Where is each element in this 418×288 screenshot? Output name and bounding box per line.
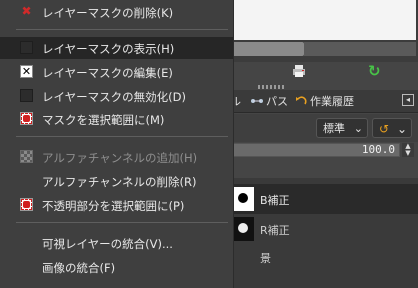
tab-history-label: 作業履歴	[310, 95, 354, 108]
scrollbar-thumb[interactable]	[232, 42, 304, 56]
checkbox-empty-icon	[20, 41, 33, 54]
menu-item-edit-mask[interactable]: ✕ レイヤーマスクの編集(E)	[0, 61, 233, 83]
alpha-to-selection-icon	[20, 198, 33, 211]
layer-mode-value: 標準	[323, 122, 345, 135]
dock-tab-bar: ル パス 作業履歴	[230, 90, 418, 113]
undo-history-icon	[296, 96, 307, 105]
menu-item-label: 可視レイヤーの統合(V)...	[42, 237, 173, 251]
checkbox-empty-icon	[20, 89, 33, 102]
opacity-field[interactable]: 100.0	[230, 143, 400, 157]
scrollbar-track[interactable]	[304, 42, 416, 56]
menu-item-merge-visible[interactable]: 可視レイヤーの統合(V)...	[0, 232, 233, 254]
menu-item-remove-alpha[interactable]: アルファチャンネルの削除(R)	[0, 170, 233, 192]
reset-icon: ↺	[379, 122, 390, 136]
menu-item-label: マスクを選択範囲に(M)	[42, 113, 165, 127]
menu-separator	[16, 29, 228, 30]
layer-mode-select[interactable]: 標準 ⌄	[316, 118, 368, 138]
layer-name: B補正	[260, 194, 290, 207]
dock-grip-handle[interactable]	[258, 85, 284, 89]
menu-item-label: 不透明部分を選択範囲に(P)	[42, 199, 185, 213]
alpha-channel-icon	[20, 150, 33, 163]
opacity-value: 100.0	[361, 143, 395, 156]
menu-item-label: レイヤーマスクの編集(E)	[42, 66, 173, 80]
menu-item-label: レイヤーマスクの削除(K)	[42, 6, 174, 20]
layer-row[interactable]: B補正	[230, 184, 418, 214]
menu-item-delete-mask[interactable]: ✖ レイヤーマスクの削除(K)	[0, 1, 233, 23]
chevron-down-icon: ⌄	[396, 122, 407, 136]
tab-paths[interactable]: パス	[250, 93, 288, 109]
menu-item-add-alpha[interactable]: アルファチャンネルの追加(H)	[0, 146, 233, 168]
menu-item-label: 画像の統合(F)	[42, 261, 116, 275]
composite-mode-button[interactable]: ↺ ⌄	[372, 118, 412, 138]
layer-context-menu: ✖ レイヤーマスクの削除(K) レイヤーマスクの表示(H) ✕ レイヤーマスクの…	[0, 0, 234, 288]
layer-row[interactable]: 景	[230, 242, 418, 272]
menu-item-label: アルファチャンネルの削除(R)	[42, 175, 197, 189]
menu-separator	[16, 136, 228, 137]
layer-name: 景	[260, 252, 271, 265]
checkbox-checked-icon: ✕	[20, 65, 33, 78]
menu-item-flatten-image[interactable]: 画像の統合(F)	[0, 256, 233, 278]
dock-menu-icon[interactable]: ◂	[402, 94, 414, 106]
menu-separator	[16, 222, 228, 223]
print-icon[interactable]	[292, 64, 306, 78]
layer-row[interactable]: R補正	[230, 214, 418, 244]
layer-name: R補正	[260, 224, 290, 237]
image-preview	[232, 0, 416, 40]
menu-item-alpha-to-selection[interactable]: 不透明部分を選択範囲に(P)	[0, 194, 233, 216]
tab-paths-label: パス	[266, 95, 288, 108]
menu-item-label: レイヤーマスクの表示(H)	[42, 42, 175, 56]
panel-toolbar	[230, 62, 418, 84]
menu-item-show-mask[interactable]: レイヤーマスクの表示(H)	[0, 37, 233, 59]
paths-icon	[251, 99, 263, 103]
mask-to-selection-icon	[20, 112, 33, 125]
chevron-down-icon: ⌄	[353, 122, 363, 135]
menu-item-label: アルファチャンネルの追加(H)	[42, 151, 198, 165]
red-x-icon: ✖	[21, 4, 32, 18]
menu-item-disable-mask[interactable]: レイヤーマスクの無効化(D)	[0, 85, 233, 107]
refresh-icon[interactable]: ↻	[368, 64, 381, 79]
opacity-stepper[interactable]: ▲ ▼	[402, 143, 414, 157]
tab-history[interactable]: 作業履歴	[294, 93, 354, 109]
menu-item-label: レイヤーマスクの無効化(D)	[42, 90, 186, 104]
menu-item-mask-to-selection[interactable]: マスクを選択範囲に(M)	[0, 108, 233, 130]
